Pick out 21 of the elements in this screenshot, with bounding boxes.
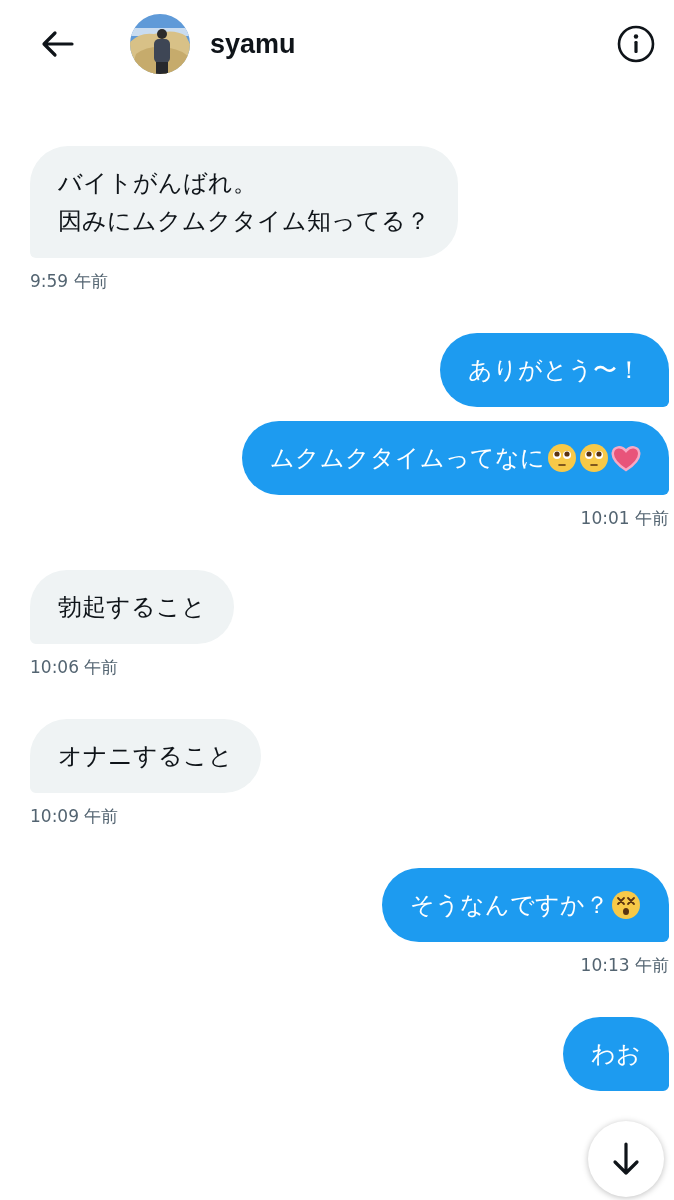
pleading-face-icon [547,443,577,473]
timestamp: 10:13 午前 [580,954,669,977]
back-arrow-icon [40,30,76,58]
message-text: ムクムクタイムってなに [270,443,545,474]
scroll-down-button[interactable] [588,1121,664,1197]
pleading-face-icon [579,443,609,473]
message-text: そうなんですか？ [410,890,609,921]
timestamp: 9:59 午前 [30,270,108,293]
dizzy-face-icon [611,890,641,920]
message-text: わお [591,1039,641,1070]
message-text: オナニすること [58,741,233,772]
message-text: ありがとう〜！ [468,355,641,386]
timestamp: 10:01 午前 [580,507,669,530]
message-text: 因みにムクムクタイム知ってる？ [58,206,430,237]
contact-name: syamu [210,28,297,60]
timestamp: 10:09 午前 [30,805,119,828]
message-text: 勃起すること [58,592,206,623]
heart-icon [611,443,641,473]
timestamp: 10:06 午前 [30,656,119,679]
message-text: バイトがんばれ。 [58,168,257,199]
info-icon [616,24,656,64]
